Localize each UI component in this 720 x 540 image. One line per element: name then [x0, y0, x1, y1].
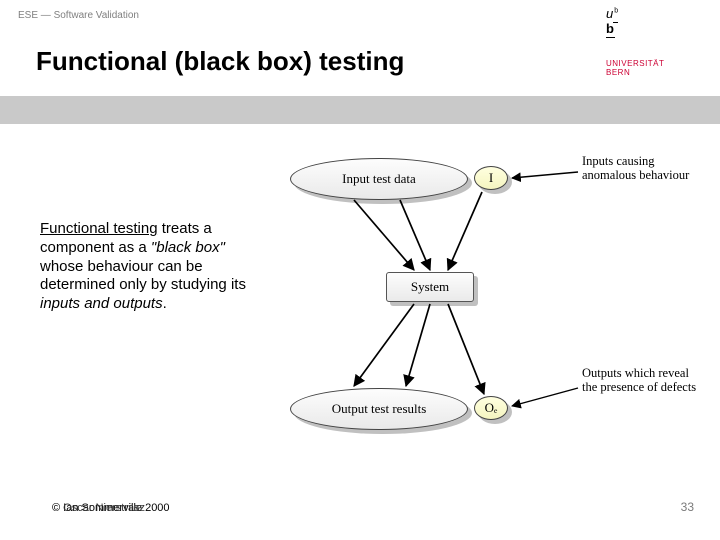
input-label: Input test data — [342, 171, 416, 187]
desc-quote: "black box" — [151, 239, 225, 256]
desc-tail: . — [163, 295, 167, 312]
blackbox-diagram: Input test data I System Output test res… — [282, 148, 702, 458]
output-ellipse: Output test results — [290, 388, 468, 430]
desc-mid: whose behaviour can be determined only b… — [40, 258, 246, 294]
copyright-b: © Oscar Nierstrasz — [52, 502, 145, 514]
desc-underline: Functional testing — [40, 220, 158, 237]
input-small-label: I — [489, 170, 493, 186]
output-small-label: Oₑ — [485, 400, 498, 416]
output-label: Output test results — [332, 401, 427, 417]
input-ellipse: Input test data — [290, 158, 468, 200]
description-text: Functional testing treats a component as… — [40, 220, 250, 314]
page-number: 33 — [681, 500, 694, 514]
input-small: I — [474, 166, 508, 190]
logo-b: b — [606, 21, 614, 36]
annotation-bottom: Outputs which reveal the presence of def… — [582, 366, 702, 395]
university-logo: ubb UNIVERSITÄT BERN — [606, 6, 696, 78]
header-band — [0, 96, 720, 124]
logo-uni2: BERN — [606, 69, 696, 78]
desc-io: inputs and outputs — [40, 295, 163, 312]
system-box: System — [386, 272, 474, 302]
copyright: © Ian Sommerville 2000 © Oscar Nierstras… — [52, 502, 170, 514]
annotation-top: Inputs causing anomalous behaviour — [582, 154, 692, 183]
breadcrumb: ESE — Software Validation — [18, 10, 139, 21]
output-small: Oₑ — [474, 396, 508, 420]
page-title: Functional (black box) testing — [36, 46, 404, 77]
system-label: System — [411, 279, 449, 295]
logo-sup: b — [614, 8, 618, 15]
